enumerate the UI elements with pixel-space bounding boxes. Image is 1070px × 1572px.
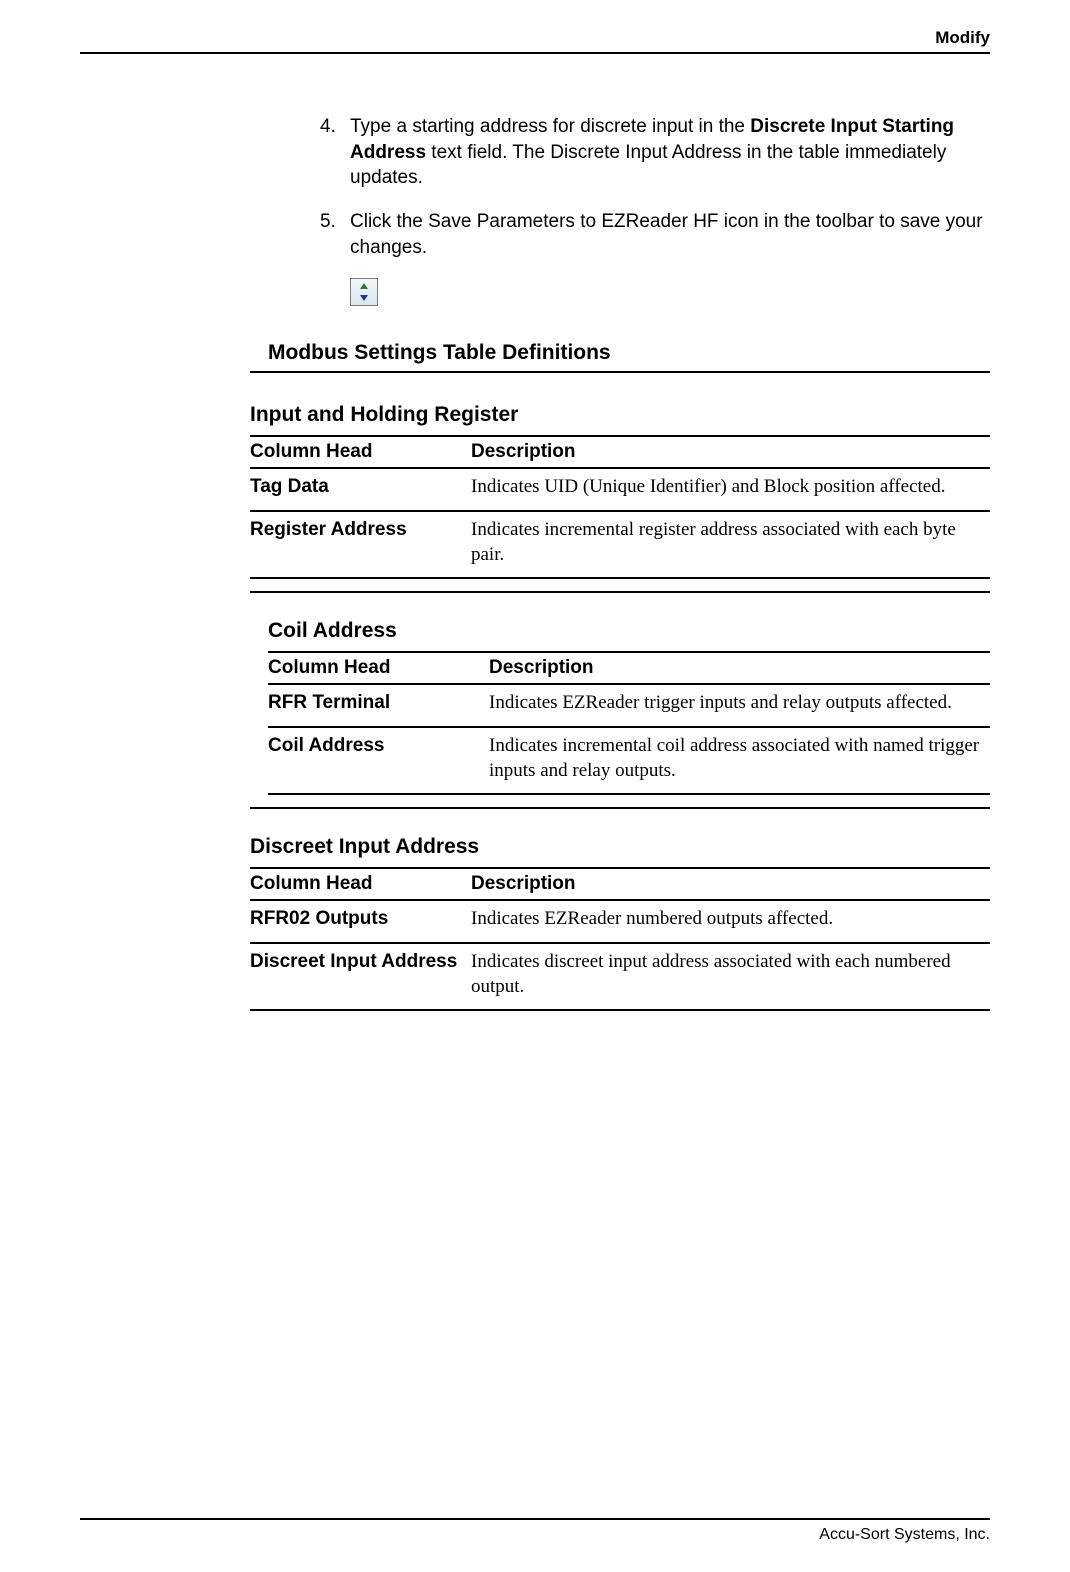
cell-description: Indicates UID (Unique Identifier) and Bl… [471,468,990,511]
table-header-row: Column Head Description [250,868,990,900]
footer-rule [80,1518,990,1520]
save-icon-row [350,278,990,311]
header-rule [80,52,990,54]
table-row: Coil Address Indicates incremental coil … [268,727,990,794]
cell-description: Indicates discreet input address associa… [471,943,990,1010]
footer-company: Accu-Sort Systems, Inc. [80,1526,990,1544]
section-rule [250,371,990,373]
cell-description: Indicates EZReader numbered outputs affe… [471,900,990,943]
table-row: Register Address Indicates incremental r… [250,511,990,578]
header-title: Modify [80,28,990,52]
table-header-row: Column Head Description [250,436,990,468]
cell-column-head: Discreet Input Address [250,943,471,1010]
subsection-heading: Input and Holding Register [250,403,990,427]
cell-column-head: Tag Data [250,468,471,511]
table-row: Discreet Input Address Indicates discree… [250,943,990,1010]
discreet-input-address-table: Column Head Description RFR02 Outputs In… [250,867,990,1011]
cell-description: Indicates incremental coil address assoc… [489,727,990,794]
th-column-head: Column Head [250,868,471,900]
section-rule [250,807,990,809]
step-body: Click the Save Parameters to EZReader HF… [350,209,990,260]
section-rule [250,591,990,593]
th-description: Description [471,868,990,900]
subsection-heading: Discreet Input Address [250,835,990,859]
subsection-heading: Coil Address [268,619,990,643]
step-text-pre: Click the Save Parameters to EZReader HF… [350,211,983,258]
input-holding-register-table: Column Head Description Tag Data Indicat… [250,435,990,579]
cell-description: Indicates EZReader trigger inputs and re… [489,684,990,727]
table-row: Tag Data Indicates UID (Unique Identifie… [250,468,990,511]
step-body: Type a starting address for discrete inp… [350,114,990,191]
cell-column-head: RFR02 Outputs [250,900,471,943]
step-4: 4. Type a starting address for discrete … [320,114,990,191]
th-column-head: Column Head [268,652,489,684]
table-row: RFR Terminal Indicates EZReader trigger … [268,684,990,727]
save-parameters-icon [350,278,378,306]
cell-description: Indicates incremental register address a… [471,511,990,578]
cell-column-head: RFR Terminal [268,684,489,727]
step-text-pre: Type a starting address for discrete inp… [350,116,750,137]
coil-address-table: Column Head Description RFR Terminal Ind… [268,651,990,795]
step-number: 4. [320,114,350,191]
th-description: Description [471,436,990,468]
table-header-row: Column Head Description [268,652,990,684]
th-description: Description [489,652,990,684]
step-number: 5. [320,209,350,260]
section-heading: Modbus Settings Table Definitions [268,341,990,365]
table-row: RFR02 Outputs Indicates EZReader numbere… [250,900,990,943]
th-column-head: Column Head [250,436,471,468]
step-text-post: text field. The Discrete Input Address i… [350,142,946,189]
footer: Accu-Sort Systems, Inc. [80,1518,990,1544]
cell-column-head: Coil Address [268,727,489,794]
cell-column-head: Register Address [250,511,471,578]
step-5: 5. Click the Save Parameters to EZReader… [320,209,990,260]
